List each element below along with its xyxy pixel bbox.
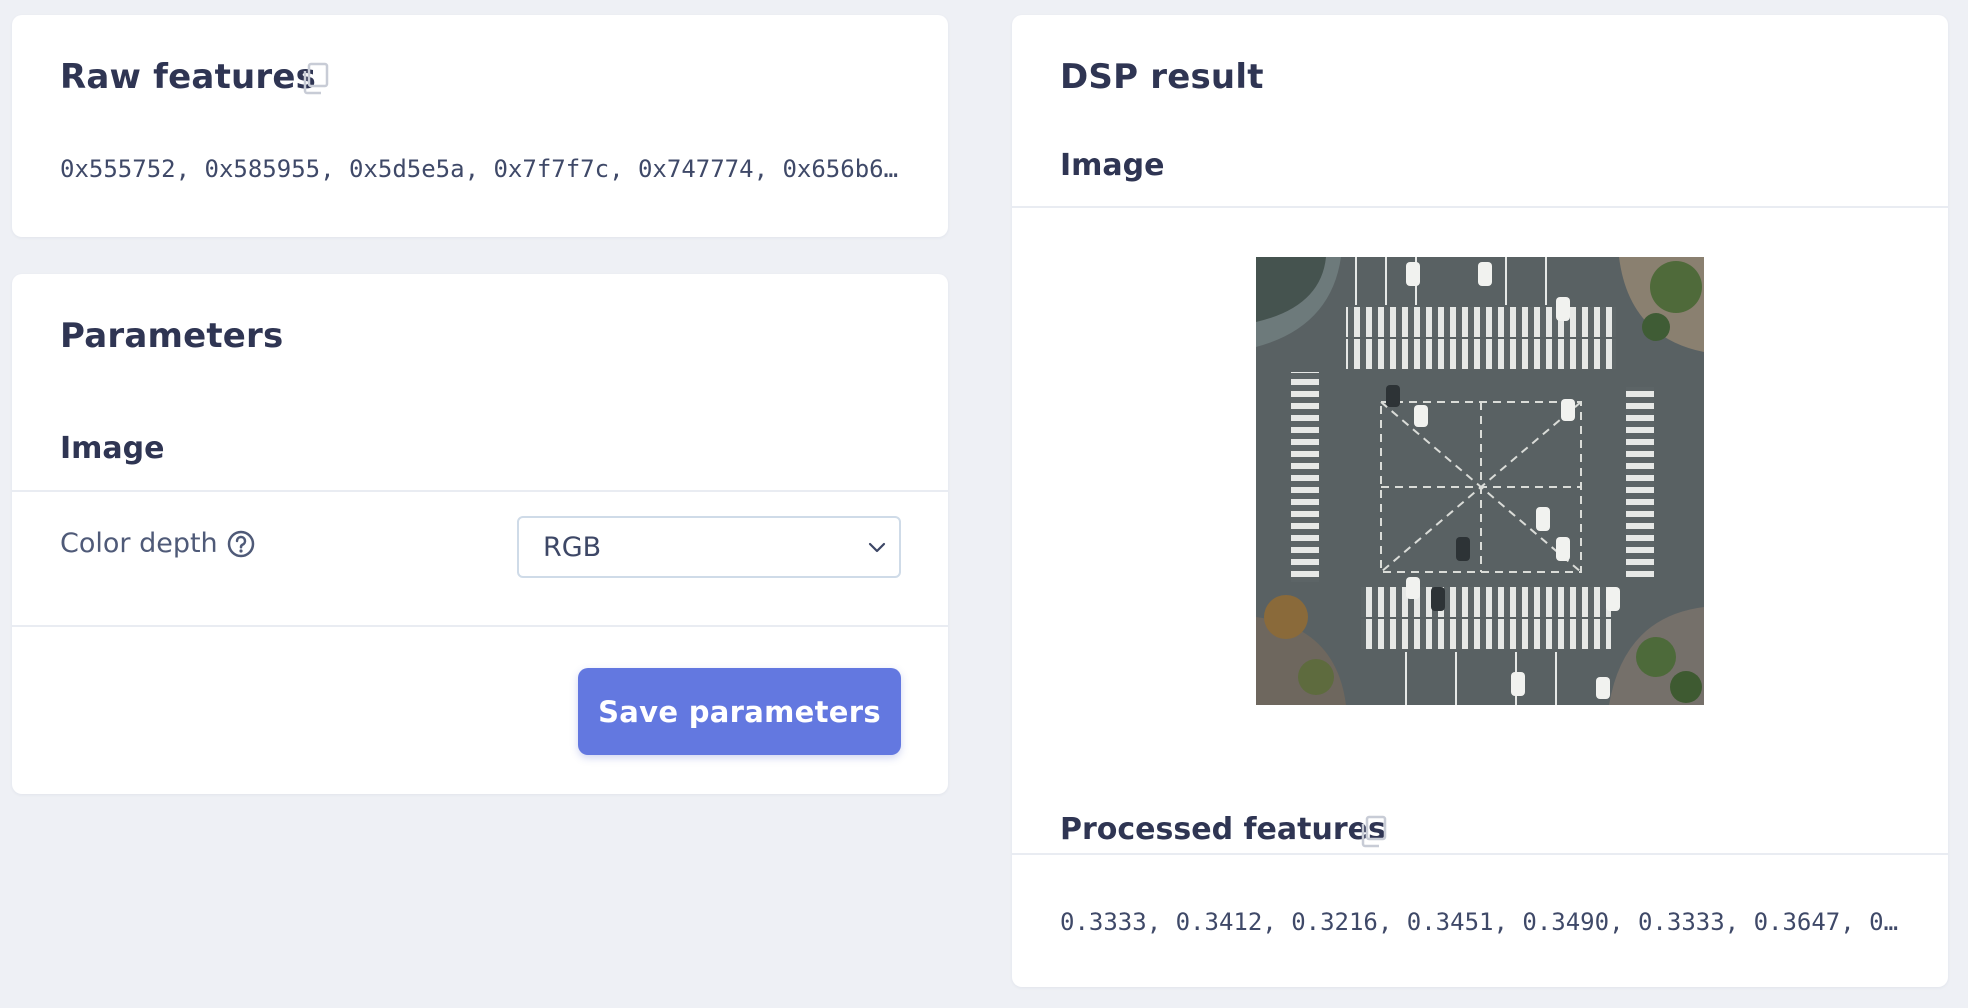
copy-icon[interactable] (1356, 814, 1390, 850)
parameters-card: Parameters Image Color depth RGB Save pa… (12, 274, 948, 794)
divider (1012, 206, 1948, 208)
help-circle-icon[interactable] (226, 529, 256, 559)
raw-features-card: Raw features 0x555752, 0x585955, 0x5d5e5… (12, 15, 948, 237)
copy-icon[interactable] (298, 61, 332, 97)
divider (12, 490, 948, 492)
color-depth-selected: RGB (543, 531, 602, 563)
save-parameters-button[interactable]: Save parameters (578, 668, 901, 755)
dsp-result-card: DSP result Image Processed features 0.33… (1012, 15, 1948, 987)
color-depth-select[interactable]: RGB (517, 516, 901, 578)
dsp-image-section-title: Image (1060, 148, 1165, 183)
processed-features-values: 0.3333, 0.3412, 0.3216, 0.3451, 0.3490, … (1060, 908, 1899, 936)
dsp-result-title: DSP result (1060, 57, 1264, 97)
image-section-title: Image (60, 431, 165, 466)
aerial-intersection-image (1256, 257, 1704, 705)
color-depth-label: Color depth (60, 528, 256, 559)
divider (1012, 853, 1948, 855)
raw-features-title: Raw features (60, 57, 317, 97)
chevron-down-icon (868, 542, 886, 553)
divider (12, 625, 948, 627)
raw-features-values: 0x555752, 0x585955, 0x5d5e5a, 0x7f7f7c, … (60, 155, 899, 183)
color-depth-label-text: Color depth (60, 528, 218, 559)
parameters-title: Parameters (60, 316, 284, 356)
processed-features-title: Processed features (1060, 812, 1386, 847)
